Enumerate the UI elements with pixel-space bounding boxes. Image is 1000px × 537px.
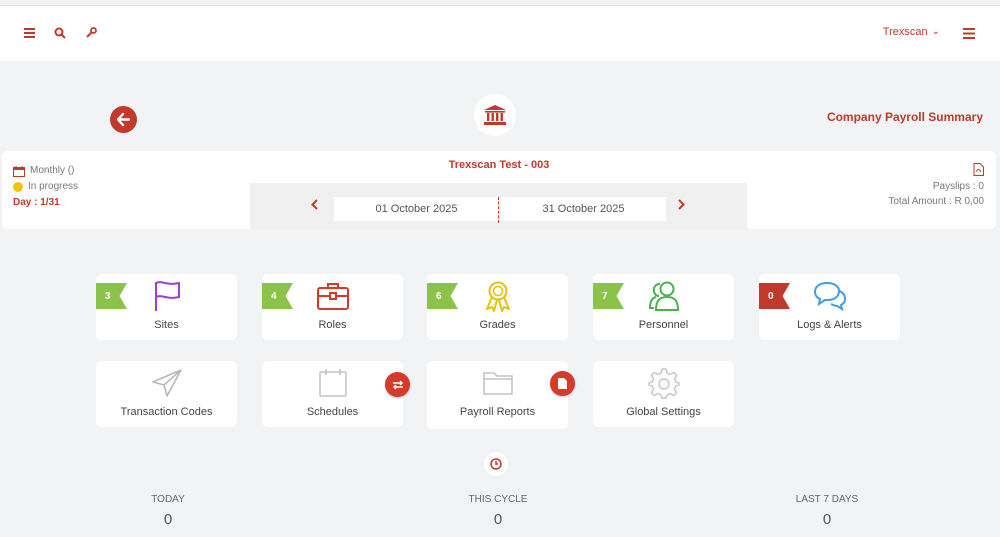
folder-icon (427, 367, 568, 399)
tile-personnel[interactable]: 7 Personnel (593, 274, 734, 340)
briefcase-icon (262, 280, 403, 312)
calendar-icon (13, 165, 25, 177)
stat-today: TODAY 0 (108, 494, 228, 528)
previous-period-button[interactable] (307, 197, 321, 211)
stat-this-cycle: THIS CYCLE 0 (438, 494, 558, 528)
tile-roles[interactable]: 4 Roles (262, 274, 403, 340)
calendar-icon (262, 367, 403, 399)
end-date-field[interactable]: 31 October 2025 (501, 197, 666, 221)
clock-icon[interactable] (484, 452, 508, 476)
stat-this-cycle-value: 0 (493, 511, 503, 528)
gear-icon (593, 367, 734, 399)
wrench-icon[interactable] (83, 25, 99, 41)
chevron-left-icon (310, 198, 318, 210)
payroll-summary-card: Trexscan Test - 003 Monthly () In progre… (2, 151, 996, 229)
tile-logs-alerts[interactable]: 0 Logs & Alerts (759, 274, 900, 340)
logs-alerts-label: Logs & Alerts (797, 319, 862, 331)
stat-this-cycle-label: THIS CYCLE (468, 494, 528, 505)
status-row: In progress (13, 179, 78, 195)
paper-plane-icon (96, 367, 237, 399)
document-icon (558, 378, 567, 389)
company-name: Trexscan Test - 003 (448, 159, 550, 171)
sites-label: Sites (154, 319, 179, 331)
tile-sites[interactable]: 3 Sites (96, 274, 237, 340)
list-menu-icon[interactable] (961, 25, 977, 41)
start-date-field[interactable]: 01 October 2025 (334, 197, 499, 221)
stat-last-7-days: LAST 7 DAYS 0 (767, 494, 887, 528)
total-amount: Total Amount : R 0,00 (888, 196, 984, 207)
report-document-button[interactable] (550, 371, 575, 396)
page-title: Company Payroll Summary (826, 110, 983, 124)
user-name: Trexscan (882, 26, 928, 38)
tile-payroll-reports[interactable]: Payroll Reports (427, 361, 568, 429)
roles-label: Roles (318, 319, 347, 331)
payslips-count: Payslips : 0 (932, 181, 984, 192)
cycle-status: In progress (28, 181, 79, 192)
schedules-label: Schedules (306, 406, 359, 418)
sync-button[interactable] (385, 372, 410, 397)
payslip-info: Payslips : 0 Total Amount : R 0,00 (888, 163, 984, 209)
next-period-button[interactable] (674, 197, 688, 211)
date-separator (498, 197, 499, 223)
grades-label: Grades (479, 319, 516, 331)
hamburger-icon[interactable] (21, 25, 37, 41)
personnel-label: Personnel (638, 319, 689, 331)
tile-grades[interactable]: 6 Grades (427, 274, 568, 340)
stat-today-label: TODAY (151, 494, 185, 505)
tile-schedules[interactable]: Schedules (262, 361, 403, 427)
transaction-codes-label: Transaction Codes (120, 406, 213, 418)
tile-transaction-codes[interactable]: Transaction Codes (96, 361, 237, 427)
stat-last-7-days-value: 0 (822, 511, 832, 528)
user-menu[interactable]: Trexscan ⌄ (883, 26, 940, 38)
bank-icon (474, 94, 516, 136)
stat-today-value: 0 (163, 511, 173, 528)
chevron-down-icon: ⌄ (931, 26, 940, 37)
users-icon (593, 280, 734, 312)
frequency-row: Monthly () (13, 163, 78, 179)
date-range: 01 October 2025 31 October 2025 (250, 183, 747, 229)
cycle-info: Monthly () In progress Day : 1/31 (13, 163, 78, 211)
arrow-left-icon (116, 112, 131, 127)
pay-frequency: Monthly () (30, 165, 75, 176)
stat-last-7-days-label: LAST 7 DAYS (795, 494, 859, 505)
swap-arrows-icon (392, 379, 403, 390)
status-dot-icon (13, 182, 23, 192)
top-navbar: Trexscan ⌄ (0, 5, 1000, 61)
tile-global-settings[interactable]: Global Settings (593, 361, 734, 427)
global-settings-label: Global Settings (626, 406, 701, 418)
payroll-reports-label: Payroll Reports (459, 406, 536, 418)
award-ribbon-icon (427, 280, 568, 312)
back-button[interactable] (110, 106, 137, 133)
pdf-icon[interactable] (888, 163, 984, 179)
chevron-right-icon (677, 198, 685, 210)
search-icon[interactable] (52, 25, 68, 41)
chat-bubbles-icon (759, 280, 900, 312)
cycle-day: Day : 1/31 (13, 197, 60, 208)
flag-icon (96, 280, 237, 312)
